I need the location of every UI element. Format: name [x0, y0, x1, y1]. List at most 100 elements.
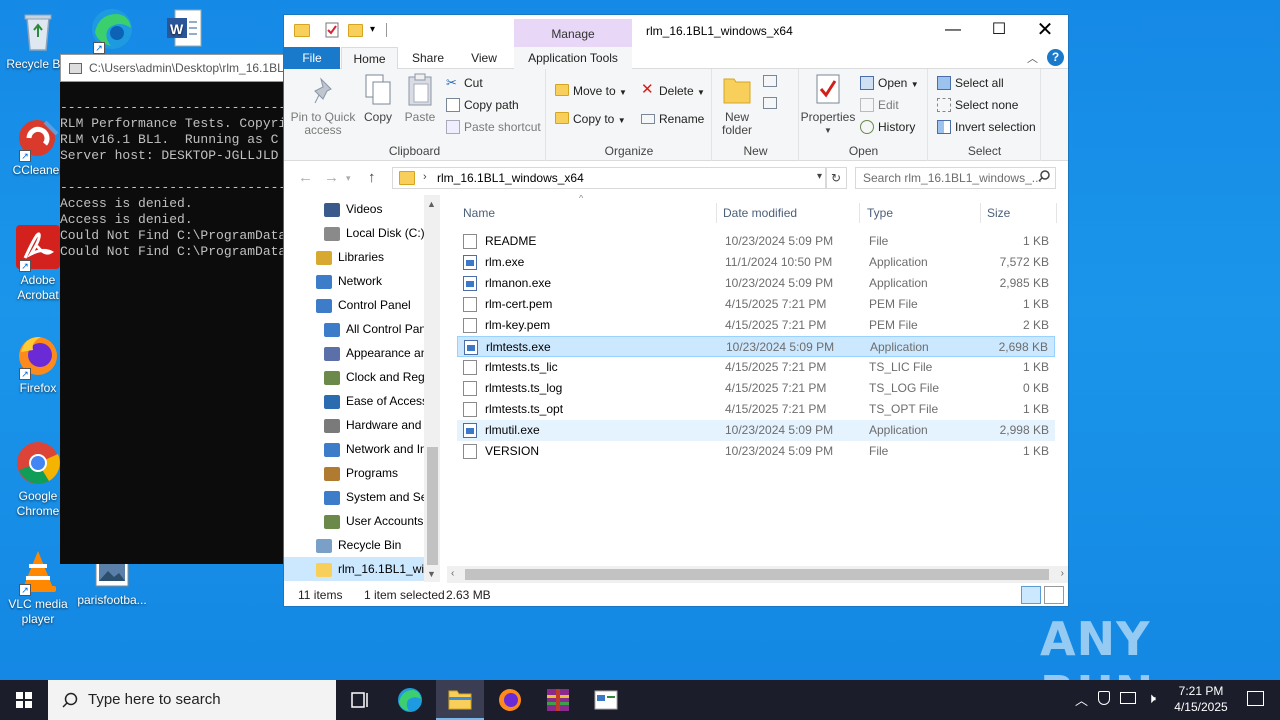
column-header-name[interactable]: Name — [457, 203, 717, 223]
file-row[interactable]: rlmtests.ts_log 4/15/2025 7:21 PM TS_LOG F… — [457, 378, 1055, 399]
nav-item[interactable]: Clock and Region — [284, 365, 424, 389]
navigation-pane[interactable]: Videos Local Disk (C:) Libraries Network Con… — [284, 195, 440, 582]
tab-home[interactable]: Home — [341, 47, 398, 70]
nav-item[interactable]: Ease of Access — [284, 389, 424, 413]
nav-item[interactable]: Network and Internet — [284, 437, 424, 461]
recent-dropdown-icon[interactable]: ▾ — [346, 173, 351, 184]
nav-item[interactable]: Videos — [284, 197, 424, 221]
forward-arrow-icon[interactable]: → — [324, 169, 339, 186]
details-view-icon[interactable] — [1021, 586, 1041, 604]
taskbar-console[interactable] — [582, 680, 630, 720]
file-row[interactable]: rlmutil.exe 10/23/2024 5:09 PM Application… — [457, 420, 1055, 441]
select-all-button[interactable]: Select all — [935, 73, 1004, 93]
edit-button[interactable]: Edit — [858, 95, 899, 115]
properties-button[interactable]: Properties ▼ — [800, 73, 856, 137]
file-row[interactable]: rlm-cert.pem 4/15/2025 7:21 PM PEM File 1 K… — [457, 294, 1055, 315]
rename-button[interactable]: Rename — [639, 109, 704, 129]
properties-quick-icon[interactable] — [324, 22, 340, 38]
network-icon[interactable] — [1120, 692, 1136, 704]
search-input[interactable]: Search rlm_16.1BL1_windows_... — [855, 167, 1056, 189]
minimize-button[interactable]: — — [930, 15, 976, 45]
file-row[interactable]: rlmanon.exe 10/23/2024 5:09 PM Application… — [457, 273, 1055, 294]
paste-button[interactable]: Paste — [402, 73, 438, 124]
tray-shield-icon[interactable] — [1098, 691, 1110, 705]
maximize-button[interactable]: ☐ — [976, 15, 1022, 45]
quick-access-dropdown-icon[interactable]: ▾ — [370, 24, 386, 40]
move-to-button[interactable]: Move to ▼ — [553, 81, 627, 101]
column-header-size[interactable]: Size — [981, 203, 1057, 223]
cut-button[interactable]: ✂ Cut — [444, 73, 483, 93]
nav-scroll-thumb[interactable] — [427, 447, 438, 565]
nav-item[interactable]: All Control Panel Items — [284, 317, 424, 341]
breadcrumb-current[interactable]: rlm_16.1BL1_windows_x64 — [437, 171, 584, 185]
nav-item[interactable]: System and Security — [284, 485, 424, 509]
nav-item[interactable]: Recycle Bin — [284, 533, 424, 557]
nav-item[interactable]: Programs — [284, 461, 424, 485]
file-row[interactable]: README 10/23/2024 5:09 PM File 1 KB — [457, 231, 1055, 252]
pin-to-quick-access-button[interactable]: Pin to Quick access — [290, 73, 356, 137]
nav-item[interactable]: Local Disk (C:) — [284, 221, 424, 245]
nav-item[interactable]: Network — [284, 269, 424, 293]
tab-view[interactable]: View — [458, 47, 510, 69]
horizontal-scroll-thumb[interactable] — [465, 569, 1049, 580]
taskbar-archive-app[interactable] — [534, 680, 582, 720]
address-dropdown-icon[interactable]: ▾ — [817, 171, 822, 182]
copy-to-button[interactable]: Copy to ▼ — [553, 109, 626, 129]
file-row[interactable]: rlmtests.exe 10/23/2024 5:09 PM Applicatio… — [457, 336, 1055, 357]
volume-icon[interactable]: 🕨 — [1147, 690, 1156, 707]
nav-item[interactable]: Libraries — [284, 245, 424, 269]
tab-file[interactable]: File — [284, 47, 340, 69]
scroll-down-icon[interactable]: ▼ — [427, 569, 436, 579]
nav-item[interactable]: rlm_16.1BL1_windows_x64 — [284, 557, 424, 581]
history-button[interactable]: History — [858, 117, 915, 137]
select-none-button[interactable]: Select none — [935, 95, 1018, 115]
new-item-icon[interactable] — [763, 75, 777, 87]
file-list-pane[interactable]: ^ Name Date modified Type Size README 10/… — [447, 195, 1068, 582]
close-button[interactable]: ✕ — [1022, 15, 1068, 45]
task-view-button[interactable] — [336, 680, 384, 720]
copy-button[interactable]: Copy — [360, 73, 396, 124]
refresh-icon[interactable]: ↻ — [825, 167, 847, 189]
address-bar[interactable]: › rlm_16.1BL1_windows_x64 ▾ — [392, 167, 827, 189]
nav-item[interactable]: Hardware and Sound — [284, 413, 424, 437]
easy-access-icon[interactable] — [763, 97, 777, 109]
column-header-type[interactable]: Type — [861, 203, 981, 223]
open-button[interactable]: Open ▼ — [858, 73, 919, 93]
new-folder-button[interactable]: New folder — [717, 73, 757, 137]
large-icons-view-icon[interactable] — [1044, 586, 1064, 604]
taskbar-file-explorer[interactable] — [436, 680, 484, 720]
back-arrow-icon[interactable]: ← — [298, 169, 313, 186]
scroll-left-icon[interactable]: ‹ — [451, 568, 454, 579]
horizontal-scrollbar[interactable]: ‹ › — [447, 566, 1068, 583]
file-explorer-window[interactable]: ▾ Manage rlm_16.1BL1_windows_x64 — ☐ ✕ F… — [283, 14, 1069, 607]
explorer-titlebar[interactable]: ▾ Manage rlm_16.1BL1_windows_x64 — ☐ ✕ — [284, 15, 1068, 47]
invert-selection-button[interactable]: Invert selection — [935, 117, 1036, 137]
column-header-date[interactable]: Date modified — [717, 203, 860, 223]
nav-scrollbar[interactable]: ▲ ▼ — [424, 195, 440, 582]
up-arrow-icon[interactable]: ↑ — [368, 169, 376, 186]
collapse-ribbon-icon[interactable]: ︿ — [1027, 50, 1038, 66]
file-row[interactable]: VERSION 10/23/2024 5:09 PM File 1 KB — [457, 441, 1055, 462]
notification-center-icon[interactable] — [1247, 691, 1264, 706]
delete-button[interactable]: ✕ Delete ▼ — [639, 81, 705, 101]
taskbar-edge[interactable] — [386, 680, 434, 720]
desktop-icon-edge[interactable]: ↗ — [74, 6, 150, 55]
nav-item[interactable]: User Accounts — [284, 509, 424, 533]
paste-shortcut-button[interactable]: Paste shortcut — [444, 117, 541, 137]
file-row[interactable]: rlm-key.pem 4/15/2025 7:21 PM PEM File 2 KB — [457, 315, 1055, 336]
scroll-right-icon[interactable]: › — [1061, 568, 1064, 579]
tab-application-tools[interactable]: Application Tools — [514, 47, 632, 69]
tab-share[interactable]: Share — [402, 47, 454, 69]
console-window[interactable]: C:\Users\admin\Desktop\rlm_16.1BL1_windo… — [60, 54, 286, 564]
file-row[interactable]: rlmtests.ts_opt 4/15/2025 7:21 PM TS_OPT F… — [457, 399, 1055, 420]
new-folder-quick-icon[interactable] — [348, 24, 363, 37]
console-titlebar[interactable]: C:\Users\admin\Desktop\rlm_16.1BL1_windo… — [60, 54, 286, 82]
taskbar-firefox[interactable] — [486, 680, 534, 720]
nav-item[interactable]: Appearance and Personalization — [284, 341, 424, 365]
copy-path-button[interactable]: Copy path — [444, 95, 519, 115]
taskbar-clock[interactable]: 7:21 PM 4/15/2025 — [1166, 683, 1236, 715]
tray-overflow-chevron-icon[interactable]: ︿ — [1075, 690, 1088, 709]
start-button[interactable] — [0, 680, 48, 720]
nav-item[interactable]: Control Panel — [284, 293, 424, 317]
help-icon[interactable]: ? — [1047, 49, 1064, 66]
